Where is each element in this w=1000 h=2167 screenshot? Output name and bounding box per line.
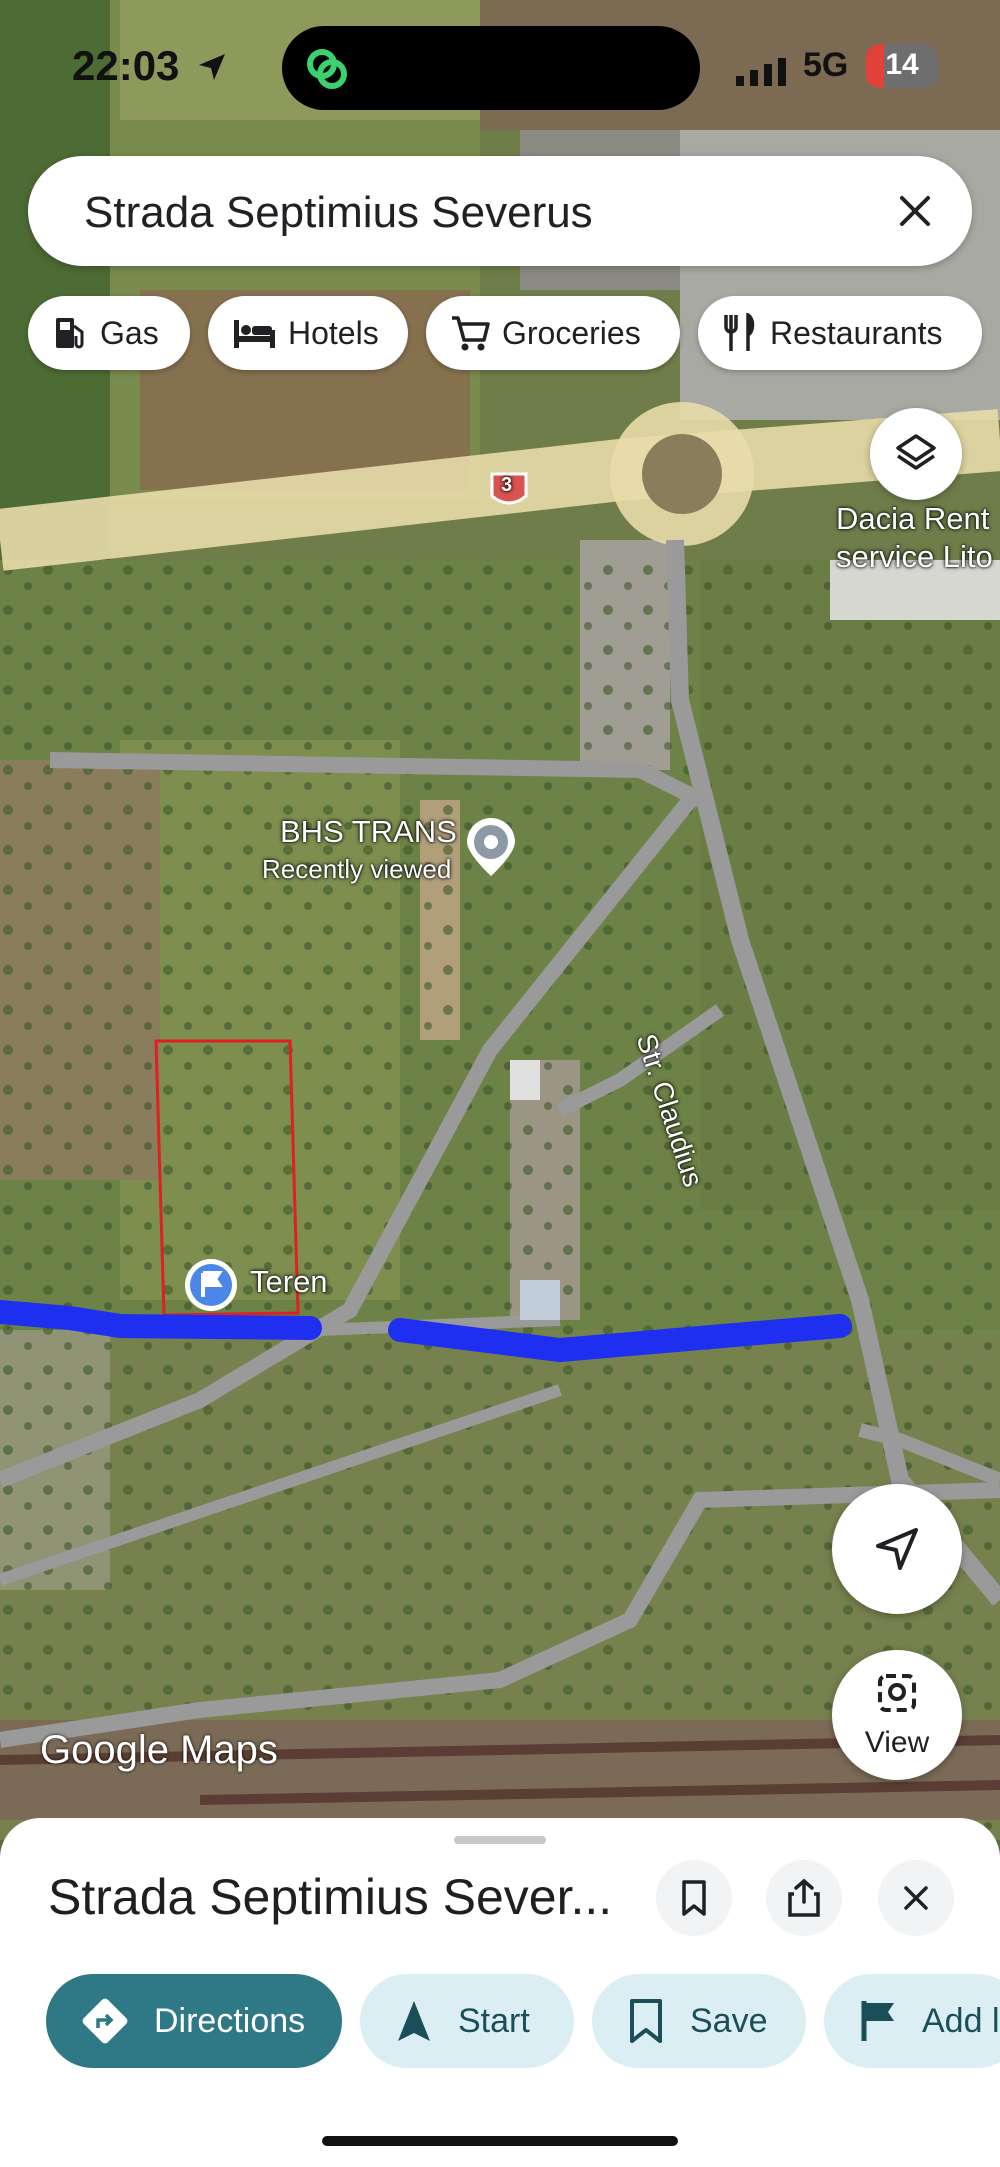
logo-maps: Maps	[180, 1728, 278, 1772]
marker-label: Teren	[250, 1264, 328, 1299]
save-label: Save	[690, 2001, 768, 2040]
street-view-button[interactable]: View	[832, 1650, 962, 1780]
search-bar[interactable]: Strada Septimius Severus	[28, 156, 972, 266]
network-type: 5G	[803, 46, 849, 84]
add-label-button[interactable]: Add l	[824, 1974, 1000, 2068]
close-icon[interactable]	[888, 184, 942, 238]
status-bar: 22:03 5G 14	[0, 0, 1000, 140]
save-button[interactable]: Save	[592, 1974, 806, 2068]
flag-icon	[861, 2001, 894, 2041]
chip-restaurants-label: Restaurants	[770, 314, 943, 351]
location-arrow-icon	[199, 54, 225, 80]
battery-icon: 14	[866, 44, 938, 88]
sheet-handle[interactable]	[454, 1836, 546, 1844]
bookmark-button[interactable]	[656, 1860, 732, 1936]
flag-marker-icon[interactable]	[183, 1257, 239, 1313]
view-label: View	[864, 1726, 930, 1759]
add-label-text: Add l	[922, 2001, 1000, 2040]
search-input[interactable]: Strada Septimius Severus	[84, 188, 593, 238]
bed-icon	[234, 320, 275, 348]
street-view-icon	[878, 1674, 916, 1712]
directions-icon	[82, 1998, 128, 2044]
gas-station-icon	[56, 318, 84, 349]
signal-icon	[736, 58, 786, 86]
my-location-button[interactable]	[832, 1484, 962, 1614]
poi-name[interactable]: BHS TRANS	[280, 814, 457, 850]
chip-gas-label: Gas	[100, 314, 159, 351]
google-maps-logo: Google Maps	[40, 1728, 278, 1773]
share-button[interactable]	[766, 1860, 842, 1936]
start-label: Start	[458, 2001, 530, 2040]
navigation-start-icon	[398, 2001, 430, 2041]
navigation-arrow-icon	[876, 1528, 918, 1570]
start-button[interactable]: Start	[360, 1974, 574, 2068]
chip-hotels-label: Hotels	[288, 314, 379, 351]
route-shield-number: 3	[501, 474, 513, 496]
layers-icon	[896, 434, 936, 470]
close-icon	[904, 1886, 928, 1910]
close-sheet-button[interactable]	[878, 1860, 954, 1936]
bookmark-icon	[682, 1880, 706, 1916]
business-label[interactable]: Dacia Rent service Lito	[836, 500, 1000, 576]
place-sheet[interactable]: Strada Septimius Sever... Directions Sta…	[0, 1818, 1000, 2167]
directions-button[interactable]: Directions	[46, 1974, 342, 2068]
chip-restaurants[interactable]: Restaurants	[698, 296, 982, 370]
directions-label: Directions	[154, 2001, 306, 2040]
layers-button[interactable]	[870, 408, 962, 500]
status-time: 22:03	[72, 42, 180, 89]
fork-knife-icon	[724, 313, 755, 351]
map-view[interactable]: 3 Dacia Rent service Lito BHS TRANS Rece…	[0, 0, 1000, 1840]
home-indicator	[322, 2136, 678, 2146]
highlighted-street[interactable]	[0, 1290, 1000, 1370]
dynamic-island	[282, 26, 700, 110]
chip-hotels[interactable]: Hotels	[208, 296, 408, 370]
chip-groceries[interactable]: Groceries	[426, 296, 680, 370]
poi-pin-icon[interactable]	[463, 818, 519, 880]
place-title: Strada Septimius Sever...	[48, 1869, 613, 1925]
bookmark-icon	[630, 1999, 662, 2043]
chip-groceries-label: Groceries	[502, 314, 641, 351]
poi-subtitle: Recently viewed	[262, 854, 452, 884]
logo-google: Google	[40, 1728, 169, 1772]
cart-icon	[452, 316, 490, 351]
chip-gas[interactable]: Gas	[28, 296, 190, 370]
link-app-icon	[307, 49, 347, 89]
share-icon	[788, 1878, 820, 1917]
battery-level: 14	[885, 48, 919, 81]
